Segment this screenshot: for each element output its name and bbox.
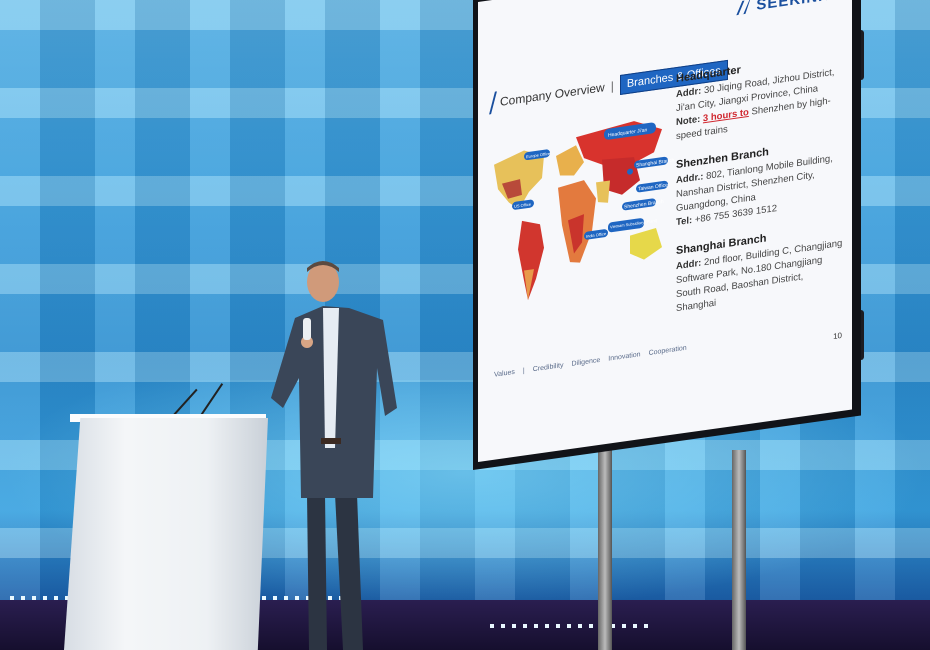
map-south-america (518, 220, 544, 300)
stand-pole-left (598, 450, 612, 650)
slide-title: Company Overview (500, 80, 605, 109)
map-australia (630, 227, 662, 260)
map-label-shanghai: Shanghai Branch (636, 157, 674, 168)
map-label-shenzhen: Shenzhen Branch (624, 199, 664, 211)
office-shanghai: Shanghai Branch Addr: 2nd floor, Buildin… (676, 220, 846, 316)
title-accent (489, 91, 497, 115)
slide-page-number: 10 (833, 330, 842, 342)
map-label-taiwan: Taiwan Office (638, 182, 668, 192)
presenter-belt (321, 438, 341, 444)
presenter-leg (307, 494, 327, 650)
map-europe (556, 145, 584, 176)
presenter (271, 261, 397, 650)
floor-led-strip (490, 624, 650, 628)
handheld-microphone (303, 318, 311, 340)
seekink-logo: SEEKINK (736, 0, 830, 17)
stand-pole-right (732, 450, 746, 650)
title-separator: | (610, 78, 614, 94)
map-india (596, 180, 610, 203)
office-details: Headquarter Addr: 30 Jiqing Road, Jizhou… (676, 48, 846, 330)
seekink-logo-icon (736, 0, 750, 15)
office-shenzhen: Shenzhen Branch Addr.: 802, Tianlong Mob… (676, 134, 846, 230)
event-photo: SEEKINK Company Overview | Branches & Of… (0, 0, 930, 650)
presenter-leg (335, 494, 363, 650)
podium (64, 418, 268, 650)
presentation-slide: SEEKINK Company Overview | Branches & Of… (478, 0, 852, 462)
world-map: Headquarter Ji'an Shanghai Branch Taiwan… (494, 121, 674, 300)
